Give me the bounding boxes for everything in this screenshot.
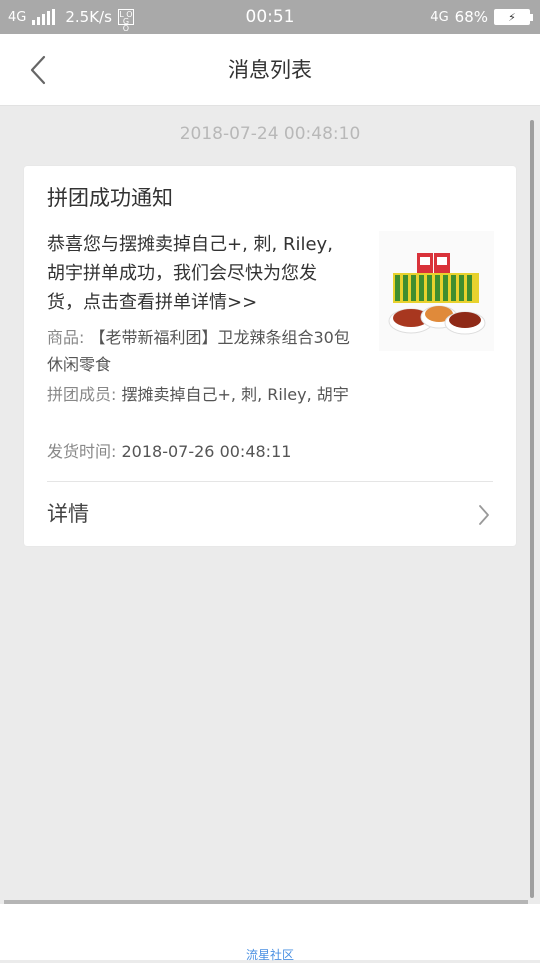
status-bar: 4G 2.5K/s L O G O 00:51 4G 68% ⚡ [0, 0, 540, 34]
chevron-right-icon [479, 505, 489, 525]
details-link[interactable]: 详情 [24, 482, 516, 546]
goods-line: 商品: 【老带新福利团】卫龙辣条组合30包休闲零食 [47, 324, 352, 378]
goods-value: 【老带新福利团】卫龙辣条组合30包休闲零食 [47, 328, 350, 374]
members-line: 拼团成员: 摆摊卖掉自己+, 刺, Riley, 胡宇 [47, 381, 352, 408]
network-speed: 2.5K/s [65, 8, 112, 26]
signal-bars-icon [32, 9, 56, 25]
members-value: 摆摊卖掉自己+, 刺, Riley, 胡宇 [121, 385, 349, 404]
message-body: 恭喜您与摆摊卖掉自己+, 刺, Riley, 胡宇拼单成功，我们会尽快为您发货，… [47, 234, 333, 313]
ship-time-label: 发货时间: [47, 442, 117, 461]
message-card[interactable]: 拼团成功通知 恭喜您与摆摊卖掉自己+, 刺, Riley, 胡宇拼单成功，我们会… [24, 166, 516, 546]
goods-label: 商品: [47, 328, 85, 347]
members-label: 拼团成员: [47, 385, 117, 404]
ship-time-value: 2018-07-26 00:48:11 [121, 442, 292, 461]
network-type-right: 4G [430, 9, 449, 25]
bottom-divider [4, 900, 528, 904]
product-image [379, 231, 494, 351]
app-notification-icon: L O G O [117, 9, 134, 33]
nav-header: 消息列表 [0, 34, 540, 106]
page-title: 消息列表 [228, 58, 312, 82]
status-left: 4G 2.5K/s L O G O [8, 0, 134, 34]
community-link[interactable]: 流星社区 [0, 946, 540, 963]
scrollbar[interactable] [530, 120, 534, 898]
status-right: 4G 68% ⚡ [430, 0, 533, 34]
message-timestamp: 2018-07-24 00:48:10 [179, 124, 361, 144]
details-label: 详情 [47, 502, 89, 526]
battery-charging-icon: ⚡ [494, 9, 533, 25]
network-type: 4G [8, 9, 27, 25]
battery-percent: 68% [454, 8, 488, 26]
ship-time-line: 发货时间: 2018-07-26 00:48:11 [47, 438, 352, 465]
message-title: 拼团成功通知 [47, 186, 173, 210]
